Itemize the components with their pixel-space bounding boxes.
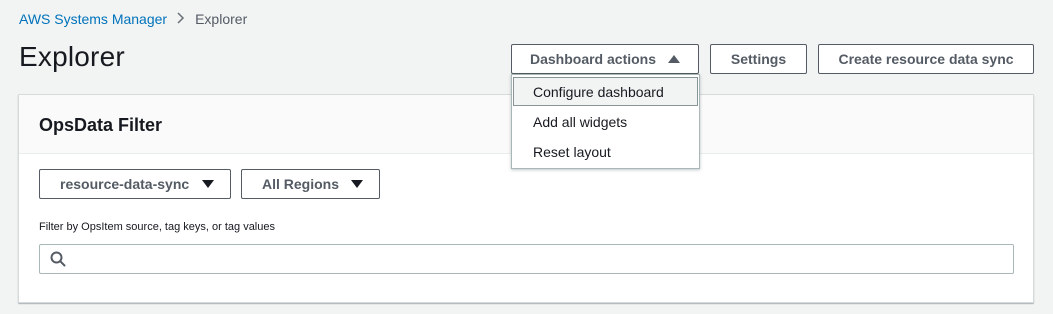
create-resource-data-sync-button[interactable]: Create resource data sync [818, 44, 1034, 74]
explorer-page: AWS Systems Manager Explorer Explorer Da… [0, 0, 1053, 314]
menu-item-label: Reset layout [533, 143, 611, 160]
breadcrumb: AWS Systems Manager Explorer [19, 11, 247, 27]
regions-select-value: All Regions [262, 176, 340, 192]
breadcrumb-current: Explorer [195, 11, 248, 27]
menu-item-label: Add all widgets [533, 113, 628, 130]
resource-data-sync-select[interactable]: resource-data-sync [39, 169, 231, 199]
menu-item-configure-dashboard[interactable]: Configure dashboard [513, 77, 698, 106]
search-icon [50, 251, 66, 267]
settings-label: Settings [730, 51, 787, 67]
create-sync-label: Create resource data sync [838, 51, 1014, 67]
menu-item-reset-layout[interactable]: Reset layout [513, 137, 698, 166]
dashboard-actions-label: Dashboard actions [529, 51, 657, 67]
page-title: Explorer [19, 41, 125, 72]
caret-down-icon [202, 180, 214, 188]
filter-search-input[interactable] [66, 246, 1013, 272]
menu-item-add-all-widgets[interactable]: Add all widgets [513, 107, 698, 136]
caret-up-icon [668, 55, 681, 63]
dashboard-actions-menu: Configure dashboard Add all widgets Rese… [511, 74, 700, 169]
menu-item-label: Configure dashboard [533, 83, 664, 100]
regions-select[interactable]: All Regions [241, 169, 380, 199]
settings-button[interactable]: Settings [710, 44, 807, 74]
caret-down-icon [351, 180, 363, 188]
chevron-right-icon [177, 12, 185, 26]
filter-search-box[interactable] [39, 244, 1014, 274]
filter-label: Filter by OpsItem source, tag keys, or t… [39, 221, 275, 233]
breadcrumb-link-systems-manager[interactable]: AWS Systems Manager [19, 11, 167, 27]
dashboard-actions-button[interactable]: Dashboard actions [511, 44, 699, 74]
resource-data-sync-select-value: resource-data-sync [60, 176, 190, 192]
